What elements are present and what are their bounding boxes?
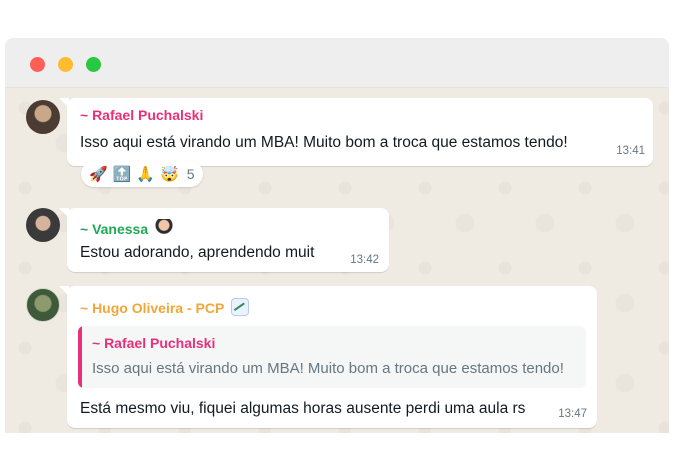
reaction-count: 5 (186, 166, 195, 182)
sender-name[interactable]: ~ Hugo Oliveira - PCP (80, 300, 224, 316)
close-window-button[interactable] (30, 57, 45, 72)
person-emoji-icon (155, 219, 174, 237)
chart-increasing-icon (230, 298, 249, 316)
sender-name-row: ~ Hugo Oliveira - PCP (80, 298, 249, 316)
message-time: 13:47 (558, 408, 587, 420)
minimize-window-button[interactable] (58, 57, 73, 72)
quoted-sender: ~ Rafael Puchalski (92, 335, 216, 351)
chat-window: ~ Rafael Puchalski Isso aqui está virand… (5, 38, 669, 433)
sender-name[interactable]: ~ Vanessa (80, 221, 148, 237)
message-bubble-hugo[interactable]: ~ Hugo Oliveira - PCP ~ Rafael Puchalski… (59, 286, 597, 428)
message-bubble-vanessa[interactable]: ~ Vanessa Estou adorando, aprendendo mui… (59, 208, 389, 272)
message-text: Estou adorando, aprendendo muit (80, 244, 315, 261)
pray-reaction-icon: 🙏 (136, 164, 156, 183)
avatar-vanessa[interactable] (26, 208, 60, 242)
message-time: 13:41 (616, 145, 645, 157)
sender-name[interactable]: ~ Rafael Puchalski (80, 107, 203, 123)
quote-accent-bar (78, 326, 82, 388)
avatar-rafael[interactable] (26, 100, 60, 134)
message-bubble-rafael[interactable]: ~ Rafael Puchalski Isso aqui está virand… (59, 98, 653, 166)
message-list[interactable]: ~ Rafael Puchalski Isso aqui está virand… (5, 88, 669, 433)
quoted-text: Isso aqui está virando um MBA! Muito bom… (92, 360, 564, 377)
top-reaction-icon: 🔝 (112, 164, 132, 183)
rocket-reaction-icon: 🚀 (89, 164, 108, 183)
mind-blown-reaction-icon: 🤯 (160, 164, 179, 183)
message-text: Isso aqui está virando um MBA! Muito bom… (80, 134, 568, 151)
reactions-bar[interactable]: 🚀 🔝 🙏 🤯 5 (81, 161, 203, 187)
avatar-hugo[interactable] (26, 288, 60, 322)
sender-name-row: ~ Vanessa (80, 219, 174, 237)
quoted-message[interactable]: ~ Rafael Puchalski Isso aqui está virand… (78, 326, 586, 388)
window-titlebar (5, 38, 669, 88)
message-time: 13:42 (350, 254, 379, 266)
message-text: Está mesmo viu, fiquei algumas horas aus… (80, 400, 526, 417)
maximize-window-button[interactable] (86, 57, 101, 72)
